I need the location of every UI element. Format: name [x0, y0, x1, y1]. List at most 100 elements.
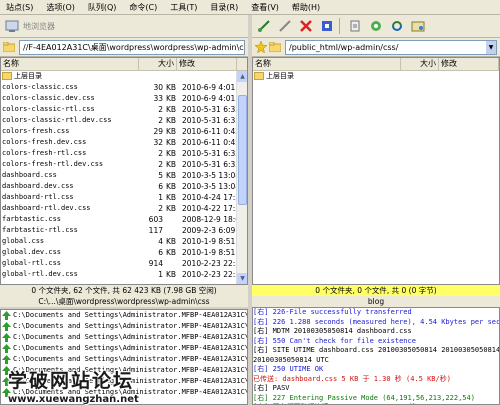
file-modified: 2010-3-5 13:08 — [182, 182, 241, 191]
queue-item-path: C:\Documents and Settings\Administrator.… — [13, 333, 248, 341]
upload-arrow-icon — [2, 377, 11, 386]
column-header-size[interactable]: 大小 — [139, 58, 177, 70]
log-line: [右] 250 UTIME OK — [253, 365, 324, 373]
sync-icon[interactable] — [388, 17, 406, 35]
upload-arrow-icon — [2, 366, 11, 375]
log-line: 已传送: dashboard.css 5 KB 于 1.30 秒 (4.5 KB… — [253, 374, 451, 383]
local-status-path: C:\...\桌面\wordpress\wordpress\wp-admin\c… — [38, 297, 210, 306]
file-row[interactable]: colors-fresh-rtl.dev.css 2 KB 2010-5-31 6:3… — [1, 159, 247, 170]
scroll-up-arrow[interactable]: ▲ — [237, 71, 247, 82]
queue-item[interactable]: C:\Documents and Settings\Administrator.… — [1, 376, 247, 387]
scroll-thumb[interactable] — [238, 95, 247, 205]
column-header-modified[interactable]: 修改 — [439, 58, 499, 70]
file-name: colors-classic.css — [2, 83, 78, 91]
stop-icon[interactable] — [297, 17, 315, 35]
file-size-unit: KB — [166, 204, 177, 213]
connect-icon[interactable] — [255, 17, 273, 35]
file-row[interactable]: colors-fresh.css 29 KB 2010-6-11 0:42 — [1, 126, 247, 137]
file-size-unit: KB — [166, 138, 177, 147]
queue-item[interactable]: C:\Documents and Settings\Administrator.… — [1, 387, 247, 398]
queue-item[interactable]: C:\Documents and Settings\Administrator.… — [1, 332, 247, 343]
file-row[interactable]: colors-classic.css 30 KB 2010-6-9 4:01 — [1, 82, 247, 93]
column-header-modified[interactable]: 修改 — [177, 58, 237, 70]
parent-directory-row[interactable]: 上层目录 — [253, 71, 499, 82]
star-icon[interactable] — [254, 38, 268, 56]
transfer-icon[interactable] — [346, 17, 364, 35]
left-toolbar: 地浏览器 — [0, 15, 248, 38]
queue-item[interactable]: C:\Documents and Settings\Administrator.… — [1, 310, 247, 321]
log-line: [右] SITE UTIME dashboard.css 20100305050… — [253, 346, 500, 354]
left-path-text: //F-4EA012A31C\桌面\wordpress\wordpress\wp… — [23, 42, 245, 52]
refresh-icon[interactable] — [318, 17, 336, 35]
menu-directory[interactable]: 目录(R) — [204, 0, 245, 15]
file-size-unit: KB — [166, 105, 177, 114]
file-row[interactable]: global-rtl.css 914 2010-2-23 22:35 — [1, 258, 247, 269]
file-size: 6 — [158, 248, 163, 257]
file-row[interactable]: global-rtl.dev.css 1 KB 2010-2-23 22:35 — [1, 269, 247, 280]
menu-view[interactable]: 查看(V) — [245, 0, 286, 15]
file-size: 2 — [158, 149, 163, 158]
file-row[interactable]: colors-fresh-rtl.css 2 KB 2010-5-31 6:33 — [1, 148, 247, 159]
queue-item[interactable]: C:\Documents and Settings\Administrator.… — [1, 321, 247, 332]
remote-file-list: 名称 大小 修改 上层目录 — [252, 57, 500, 285]
right-path-input[interactable]: /public_html/wp-admin/css/ ▼ — [285, 39, 497, 55]
file-row[interactable]: colors-classic-rtl.dev.css 2 KB 2010-5-31 6… — [1, 115, 247, 126]
queue-item-path: C:\Documents and Settings\Administrator.… — [13, 311, 248, 319]
column-header-name[interactable]: 名称 — [1, 58, 139, 70]
file-size-unit — [163, 214, 177, 225]
file-size: 2 — [158, 116, 163, 125]
menu-site[interactable]: 站点(S) — [0, 0, 40, 15]
file-row[interactable]: global.dev.css 6 KB 2010-1-9 8:51 — [1, 247, 247, 258]
queue-icon[interactable] — [367, 17, 385, 35]
queue-item[interactable]: C:\Documents and Settings\Administrator.… — [1, 354, 247, 365]
left-path-input[interactable]: //F-4EA012A31C\桌面\wordpress\wordpress\wp… — [19, 39, 245, 55]
file-row[interactable]: dashboard.dev.css 6 KB 2010-3-5 13:08 — [1, 181, 247, 192]
upload-arrow-icon — [2, 344, 11, 353]
file-row[interactable]: farbtastic.css 603 2008-12-9 18:03 — [1, 214, 247, 225]
site-manager-icon[interactable] — [409, 17, 427, 35]
parent-directory-label: 上层目录 — [266, 72, 294, 80]
folder-up-icon — [2, 72, 12, 80]
queue-item[interactable]: C:\Documents and Settings\Administrator.… — [1, 343, 247, 354]
menu-queue[interactable]: 队列(Q) — [82, 0, 124, 15]
file-row[interactable]: farbtastic-rtl.css 117 2009-2-3 6:09 — [1, 225, 247, 236]
menu-help[interactable]: 帮助(H) — [286, 0, 327, 15]
log-line: [右] 226-File successfully transferred — [253, 308, 412, 316]
file-size: 117 — [148, 226, 163, 235]
file-row[interactable]: dashboard-rtl.css 1 KB 2010-4-24 17:22 — [1, 192, 247, 203]
file-size: 6 — [158, 182, 163, 191]
file-row[interactable]: colors-classic.dev.css 33 KB 2010-6-9 4:01 — [1, 93, 247, 104]
file-name: colors-fresh-rtl.dev.css — [2, 160, 104, 168]
file-size-unit: KB — [166, 182, 177, 191]
file-row[interactable]: dashboard-rtl.dev.css 2 KB 2010-4-22 17:54 — [1, 203, 247, 214]
folder-icon[interactable] — [268, 38, 282, 56]
local-status-summary: 0 个文件夹, 62 个文件, 共 62 423 KB (7.98 GB 空闲) — [31, 286, 217, 295]
left-vertical-scrollbar[interactable]: ▲ ▼ — [236, 71, 247, 284]
file-size: 2 — [158, 160, 163, 169]
file-row[interactable]: global.css 4 KB 2010-1-9 8:51 — [1, 236, 247, 247]
file-name: colors-classic-rtl.css — [2, 105, 95, 113]
upload-arrow-icon — [2, 333, 11, 342]
menu-tools[interactable]: 工具(T) — [164, 0, 204, 15]
file-size-unit: KB — [166, 270, 177, 279]
local-browser-icon[interactable] — [3, 17, 21, 35]
chevron-down-icon[interactable]: ▼ — [486, 40, 496, 54]
folder-up-icon[interactable] — [2, 38, 16, 56]
queue-item[interactable]: C:\Documents and Settings\Administrator.… — [1, 365, 247, 376]
local-status-bar: 0 个文件夹, 62 个文件, 共 62 423 KB (7.98 GB 空闲)… — [0, 285, 248, 307]
column-header-name[interactable]: 名称 — [253, 58, 401, 70]
disconnect-icon[interactable] — [276, 17, 294, 35]
file-row[interactable]: dashboard.css 5 KB 2010-3-5 13:08 — [1, 170, 247, 181]
log-line: [右] 550 Can't check for file existence — [253, 336, 416, 345]
column-header-size[interactable]: 大小 — [401, 58, 439, 70]
parent-directory-row[interactable]: 上层目录 — [1, 71, 247, 82]
file-row[interactable]: colors-classic-rtl.css 2 KB 2010-5-31 6:33 — [1, 104, 247, 115]
folder-up-icon — [254, 72, 264, 80]
file-modified: 2010-1-9 8:51 — [182, 237, 236, 246]
file-row[interactable]: colors-fresh.dev.css 32 KB 2010-6-11 0:42 — [1, 137, 247, 148]
menu-options[interactable]: 选项(O) — [40, 0, 82, 15]
menu-commands[interactable]: 命令(C) — [123, 0, 164, 15]
scroll-down-arrow[interactable]: ▼ — [237, 273, 247, 284]
file-size-unit — [163, 225, 177, 236]
file-name: global-rtl.css — [2, 259, 62, 267]
